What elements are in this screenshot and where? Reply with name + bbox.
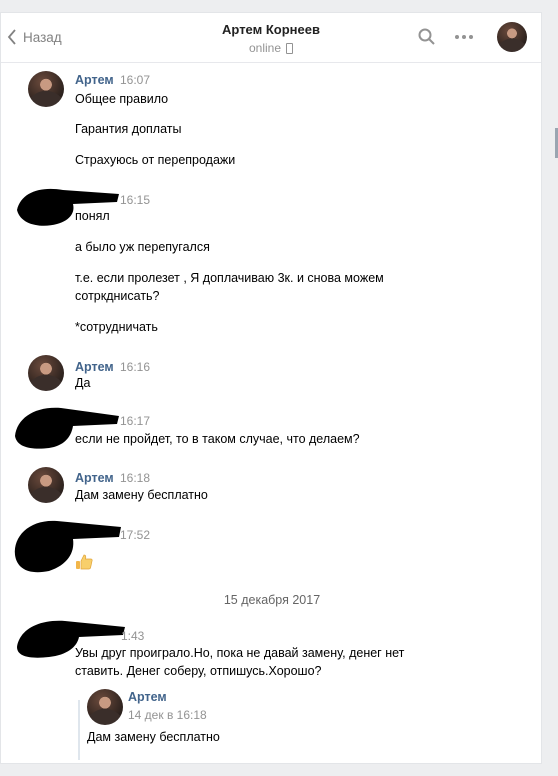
chat-panel: Назад Артем Корнеев online Артем 16:07 О… xyxy=(0,12,542,764)
message-text: Гарантия доплаты xyxy=(75,122,182,136)
message-text: Страхуюсь от перепродажи xyxy=(75,153,236,167)
message-time[interactable]: 16:18 xyxy=(120,471,150,485)
chevron-left-icon xyxy=(7,29,16,45)
message-time[interactable]: 16:15 xyxy=(120,193,150,207)
message-text: понял xyxy=(75,209,110,223)
forwarded-text: Дам замену бесплатно xyxy=(87,730,220,744)
search-icon[interactable] xyxy=(418,28,436,46)
forwarded-quote-bar xyxy=(78,700,80,760)
message-text: Дам замену бесплатно xyxy=(75,488,208,502)
online-status: online xyxy=(171,41,371,55)
avatar[interactable] xyxy=(28,71,64,107)
status-text: online xyxy=(248,41,282,55)
message-time[interactable]: 16:16 xyxy=(120,360,150,374)
message-text: если не пройдет, то в таком случае, что … xyxy=(75,432,360,446)
forwarded-date[interactable]: 14 дек в 16:18 xyxy=(128,708,207,722)
phone-icon xyxy=(286,42,294,54)
message-author[interactable]: Артем xyxy=(75,471,114,485)
more-icon[interactable] xyxy=(455,35,473,39)
avatar[interactable] xyxy=(28,467,64,503)
back-label: Назад xyxy=(23,29,62,45)
message-author[interactable]: Артем xyxy=(75,73,114,87)
message-time[interactable]: 16:07 xyxy=(120,73,150,87)
forwarded-author[interactable]: Артем xyxy=(128,690,167,704)
message-text: Да xyxy=(75,376,91,390)
message-text: Увы друг проиграло.Но, пока не давай зам… xyxy=(75,646,405,678)
conversation-title: Артем Корнеев xyxy=(222,22,320,37)
back-button[interactable]: Назад xyxy=(7,27,62,47)
message-text: т.е. если пролезет , Я доплачиваю 3к. и … xyxy=(75,271,384,303)
message-time[interactable]: 17:52 xyxy=(120,528,150,542)
message-text: а было уж перепугался xyxy=(75,240,210,254)
message-author[interactable]: Артем xyxy=(75,360,114,374)
forwarded-avatar[interactable] xyxy=(87,689,123,725)
avatar[interactable] xyxy=(28,355,64,391)
conversation-title-block[interactable]: Артем Корнеев online xyxy=(171,22,371,55)
message-text: *сотрудничать xyxy=(75,320,158,334)
message-text: Общее правило xyxy=(75,92,169,106)
header-avatar[interactable] xyxy=(497,22,527,52)
message-time[interactable]: 16:17 xyxy=(120,414,150,428)
thumbs-up-icon xyxy=(76,554,93,570)
message-time[interactable]: 1:43 xyxy=(121,629,144,643)
chat-header: Назад Артем Корнеев online xyxy=(1,13,541,63)
date-separator: 15 декабря 2017 xyxy=(223,593,321,607)
